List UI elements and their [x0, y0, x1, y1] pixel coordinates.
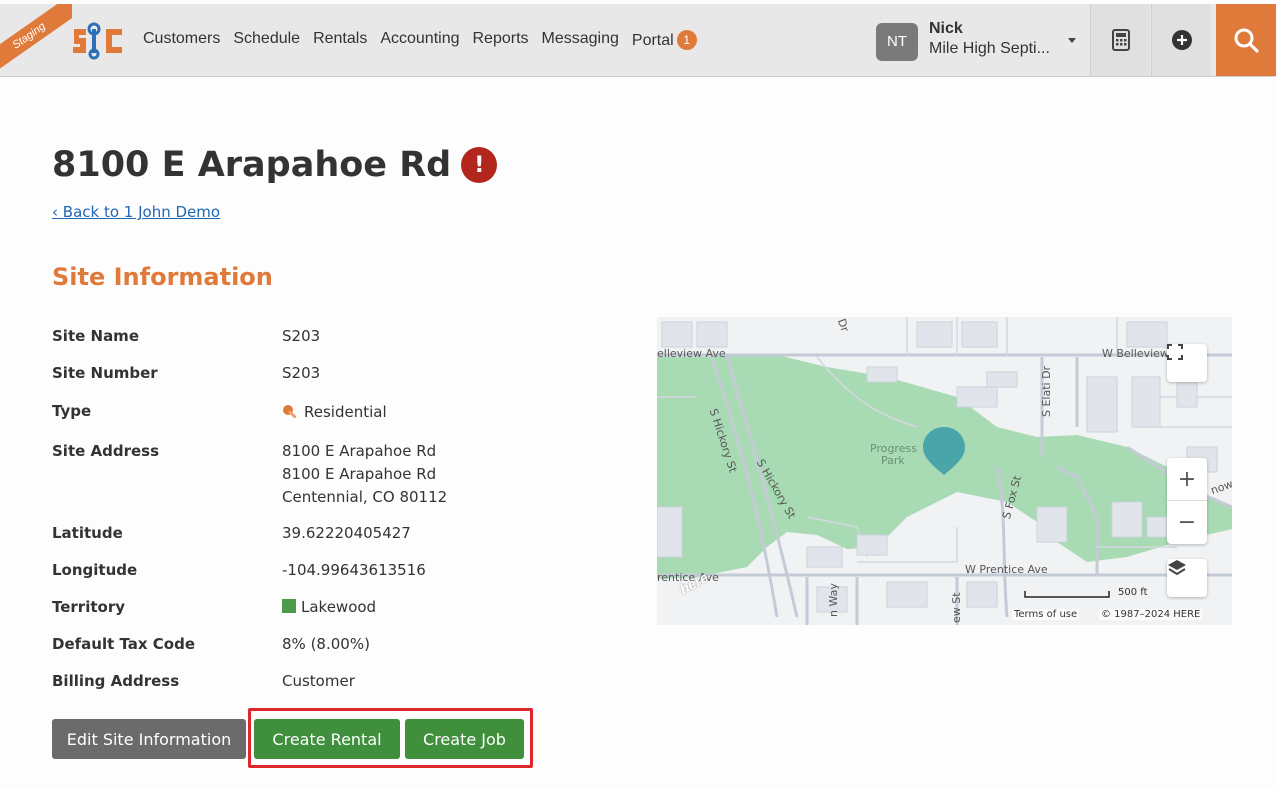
- add-button[interactable]: [1151, 4, 1211, 76]
- zoom-in-button[interactable]: +: [1167, 458, 1207, 501]
- billing-address-label: Billing Address: [52, 672, 180, 690]
- site-address-label: Site Address: [52, 442, 160, 460]
- territory-color-swatch: [282, 599, 296, 613]
- staging-ribbon: Staging: [0, 4, 72, 76]
- type-label: Type: [52, 402, 92, 420]
- layers-button[interactable]: [1167, 559, 1207, 597]
- territory-value: Lakewood: [301, 598, 377, 616]
- user-menu[interactable]: NT Nick Mile High Septi...: [876, 20, 1086, 64]
- default-tax-code-label: Default Tax Code: [52, 635, 196, 653]
- map-label-belleview-west: elleview Ave: [657, 347, 726, 360]
- site-number-value: S203: [282, 364, 321, 382]
- site-address-line2: 8100 E Arapahoe Rd: [282, 465, 437, 483]
- site-address-line3: Centennial, CO 80112: [282, 488, 448, 506]
- page-title-text: 8100 E Arapahoe Rd: [52, 145, 452, 185]
- type-value: Residential: [304, 403, 387, 421]
- staging-label: Staging: [0, 4, 72, 76]
- longitude-value: -104.99643613516: [282, 561, 426, 579]
- nav-portal-label: Portal: [631, 32, 674, 49]
- nav-portal[interactable]: Portal 1: [632, 30, 697, 50]
- create-rental-button[interactable]: Create Rental: [254, 719, 400, 759]
- map-label-elati: S Elati Dr: [1040, 365, 1053, 417]
- zoom-controls: + −: [1167, 458, 1207, 544]
- chevron-left-icon: ‹: [52, 203, 58, 221]
- map-scale-label: 500 ft: [1118, 587, 1148, 598]
- billing-address-value: Customer: [282, 672, 355, 690]
- territory-value-wrap: Lakewood: [282, 596, 376, 618]
- longitude-label: Longitude: [52, 561, 138, 579]
- back-link-label: Back to 1 John Demo: [62, 203, 221, 221]
- zoom-out-button[interactable]: −: [1167, 501, 1207, 544]
- map-copyright: © 1987–2024 HERE: [1099, 609, 1203, 620]
- section-title: Site Information: [52, 263, 273, 291]
- create-job-button[interactable]: Create Job: [405, 719, 524, 759]
- alert-icon[interactable]: !: [461, 147, 498, 183]
- layers-icon: [1168, 560, 1186, 576]
- type-value-wrap: Residential: [282, 401, 387, 423]
- search-icon: [1234, 28, 1259, 53]
- calculator-button[interactable]: [1090, 4, 1150, 76]
- default-tax-code-value: 8% (8.00%): [282, 635, 370, 653]
- portal-badge: 1: [676, 30, 697, 50]
- app-logo-icon[interactable]: [72, 21, 126, 61]
- site-address-line1: 8100 E Arapahoe Rd: [282, 442, 437, 460]
- caret-down-icon: [1068, 38, 1076, 43]
- calculator-icon: [1111, 29, 1130, 51]
- nav-accounting[interactable]: Accounting: [380, 30, 459, 50]
- site-map[interactable]: elleview Ave W Belleview S Hickory St S …: [657, 317, 1232, 625]
- back-link[interactable]: ‹ Back to 1 John Demo: [52, 203, 220, 221]
- plus-circle-icon: [1171, 30, 1192, 50]
- site-name-value: S203: [282, 327, 321, 345]
- main-nav: Customers Schedule Rentals Accounting Re…: [143, 30, 697, 50]
- page-title: 8100 E Arapahoe Rd !: [52, 145, 498, 185]
- top-navigation-bar: Staging Customers Schedule Rentals Accou…: [0, 4, 1276, 77]
- map-label-ew-st: ew St: [950, 592, 963, 623]
- map-label-belleview-east: W Belleview: [1102, 347, 1169, 360]
- fullscreen-button[interactable]: [1167, 344, 1207, 382]
- avatar: NT: [876, 23, 918, 61]
- edit-site-information-button[interactable]: Edit Site Information: [52, 719, 246, 759]
- fullscreen-icon: [1167, 344, 1183, 360]
- nav-customers[interactable]: Customers: [143, 30, 220, 50]
- map-canvas: [657, 317, 1232, 625]
- pin-icon: [283, 405, 296, 418]
- site-number-label: Site Number: [52, 364, 158, 382]
- map-label-park-2: Park: [881, 454, 905, 467]
- territory-label: Territory: [52, 598, 126, 616]
- search-button[interactable]: [1216, 4, 1276, 76]
- user-org: Mile High Septi...: [929, 40, 1050, 57]
- latitude-label: Latitude: [52, 524, 123, 542]
- map-terms-link[interactable]: Terms of use: [1012, 609, 1080, 620]
- nav-rentals[interactable]: Rentals: [313, 30, 367, 50]
- site-name-label: Site Name: [52, 327, 139, 345]
- latitude-value: 39.62220405427: [282, 524, 411, 542]
- map-label-prentice-east: W Prentice Ave: [965, 563, 1048, 576]
- nav-schedule[interactable]: Schedule: [233, 30, 300, 50]
- user-name: Nick: [929, 20, 963, 37]
- nav-messaging[interactable]: Messaging: [542, 30, 619, 50]
- map-label-way: n Way: [827, 583, 840, 617]
- nav-reports[interactable]: Reports: [473, 30, 529, 50]
